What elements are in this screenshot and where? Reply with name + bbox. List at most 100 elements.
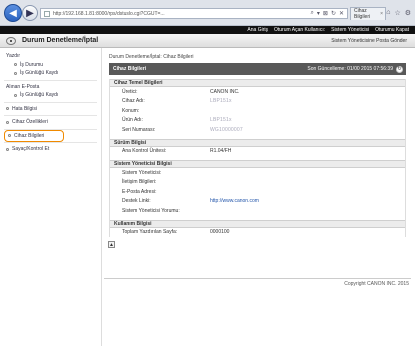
info-panel: Cihaz Temel Bilgileri Üretici: CANON INC.… xyxy=(109,79,406,237)
home-link[interactable]: Ana Giriş xyxy=(247,27,268,33)
browser-tab[interactable]: Cihaz Bilgileri × xyxy=(350,7,386,20)
row-value: R1.04/FH xyxy=(210,148,232,155)
main-content: Durum Denetleme/İptal: Cihaz Bilgileri C… xyxy=(104,48,411,346)
sidebar-item-label: Hata Bilgisi xyxy=(12,105,38,112)
sidebar-item-device-features[interactable]: Cihaz Özellikleri xyxy=(0,118,101,127)
page-header-title: Durum Denetleme/İptal xyxy=(22,37,99,44)
row-value: CANON INC. xyxy=(210,88,240,95)
last-update-text: Son Güncelleme: 01/00 2015 07:56:39 xyxy=(307,66,393,72)
search-icon[interactable]: ⌕ xyxy=(311,10,314,17)
info-row: Ürün Adı: LBP151x xyxy=(110,116,405,126)
info-row: Destek Linki: http://www.canon.com xyxy=(110,197,405,207)
info-row: Cihaz Adı: LBP151x xyxy=(110,97,405,107)
breadcrumb: Durum Denetleme/İptal: Cihaz Bilgileri xyxy=(109,54,194,60)
refresh-icon[interactable]: ↻ xyxy=(396,65,403,73)
row-label: Sistem Yöneticisi: xyxy=(122,169,162,176)
row-value: 0000100 xyxy=(210,229,230,236)
address-tools: ⌕ ▾ ⊠ ↻ ✕ xyxy=(311,10,347,17)
info-row: Sistem Yöneticisi Yorumu: xyxy=(110,206,405,216)
address-bar[interactable]: http://192.168.1.81:8000/rps/dstuslo.cgi… xyxy=(40,8,348,19)
selection-highlight xyxy=(4,129,64,142)
info-row: Toplam Yazdırılan Sayfa: 0000100 xyxy=(110,228,405,238)
mail-admin-button[interactable]: Sistem Yöneticisine Posta Gönder xyxy=(331,38,407,44)
bullet-icon xyxy=(6,147,9,151)
sidebar-section-email: Alınan E-Posta xyxy=(6,83,40,90)
row-label: Ürün Adı: xyxy=(122,117,143,124)
home-browser-icon[interactable]: ⌂ xyxy=(386,9,390,17)
sidebar-item-device-info[interactable]: Cihaz Bilgileri xyxy=(2,129,99,142)
dropdown-icon[interactable]: ▾ xyxy=(317,10,320,17)
back-button[interactable]: ◀ xyxy=(4,4,22,22)
page-icon xyxy=(44,10,50,17)
sidebar: Yazdır İş Durumu İş Günlüğü Kaydı Alınan… xyxy=(0,48,102,346)
sidebar-item-label: Cihaz Özellikleri xyxy=(12,119,48,126)
page-title: Cihaz Bilgileri xyxy=(113,66,147,72)
section-header-basic: Cihaz Temel Bilgileri xyxy=(110,79,405,87)
sidebar-item-label: İş Günlüğü Kaydı xyxy=(20,70,59,77)
support-link[interactable]: http://www.canon.com xyxy=(210,198,259,204)
last-update: Son Güncelleme: 01/00 2015 07:56:39 ↻ xyxy=(307,65,406,73)
sidebar-item-email-log[interactable]: İş Günlüğü Kaydı xyxy=(0,91,101,100)
sidebar-item-label: Sayaç/Kontrol Et xyxy=(12,146,50,153)
sidebar-item-label: İş Durumu xyxy=(20,61,44,68)
home-icon[interactable] xyxy=(6,36,16,45)
row-value: LBP151x xyxy=(210,117,232,124)
sidebar-item-job-status[interactable]: İş Durumu xyxy=(0,61,101,70)
row-label: E-Posta Adresi: xyxy=(122,188,157,195)
info-row: E-Posta Adresi: xyxy=(110,187,405,197)
logout-link[interactable]: Oturumu Kapat xyxy=(375,27,409,33)
footer-divider xyxy=(104,278,411,279)
row-label: Sistem Yöneticisi Yorumu: xyxy=(122,207,180,214)
sidebar-item-job-log[interactable]: İş Günlüğü Kaydı xyxy=(0,69,101,78)
bullet-icon xyxy=(14,71,17,75)
info-row: Üretici: CANON INC. xyxy=(110,87,405,97)
section-header-version: Sürüm Bilgisi xyxy=(110,138,405,147)
copyright: Copyright CANON INC. 2015 xyxy=(344,281,409,287)
row-label: Seri Numarası: xyxy=(122,126,156,133)
stop-icon[interactable]: ✕ xyxy=(339,10,344,17)
reload-icon[interactable]: ↻ xyxy=(331,10,336,17)
title-bar: Durum Denetleme/İptal Sistem Yöneticisin… xyxy=(0,34,415,48)
address-url[interactable]: http://192.168.1.81:8000/rps/dstuslo.cgi… xyxy=(53,11,311,17)
back-to-top-button[interactable]: ▲ xyxy=(108,241,115,248)
row-label: Üretici: xyxy=(122,88,138,95)
tab-close-icon[interactable]: × xyxy=(380,11,383,17)
bullet-icon xyxy=(6,120,9,124)
section-header-admin: Sistem Yöneticisi Bilgisi xyxy=(110,160,405,168)
tab-label: Cihaz Bilgileri xyxy=(354,8,371,20)
sidebar-item-error-info[interactable]: Hata Bilgisi xyxy=(0,105,101,114)
back-arrow-icon: ◀ xyxy=(9,7,17,19)
compat-icon[interactable]: ⊠ xyxy=(323,10,328,17)
info-row: Seri Numarası: WG10000007 xyxy=(110,125,405,135)
info-row: Sistem Yöneticisi: xyxy=(110,168,405,178)
row-label: Konum: xyxy=(122,107,140,114)
forward-arrow-icon: ▶ xyxy=(26,7,34,19)
row-label: İletişim Bilgileri: xyxy=(122,179,157,186)
browser-toolbar: ◀ ▶ http://192.168.1.81:8000/rps/dstuslo… xyxy=(0,0,415,26)
forward-button[interactable]: ▶ xyxy=(22,5,38,21)
divider xyxy=(4,79,97,81)
row-value: WG10000007 xyxy=(210,126,243,133)
bullet-icon xyxy=(6,107,9,111)
section-header-usage: Kullanım Bilgisi xyxy=(110,219,405,228)
divider xyxy=(4,115,97,116)
browser-tools: ⌂ ☆ ⚙ xyxy=(386,9,411,17)
favorites-icon[interactable]: ☆ xyxy=(394,9,400,17)
sidebar-item-counter-check[interactable]: Sayaç/Kontrol Et xyxy=(0,145,101,154)
info-row: Ana Kontrol Ünitesi: R1.04/FH xyxy=(110,147,405,157)
divider xyxy=(4,142,97,143)
page-title-bar: Cihaz Bilgileri Son Güncelleme: 01/00 20… xyxy=(109,63,406,75)
logged-in-user: Sistem Yöneticisi xyxy=(331,27,370,33)
settings-icon[interactable]: ⚙ xyxy=(405,9,411,17)
logged-in-user-label: Oturum Açan Kullanıcı: xyxy=(273,27,326,33)
info-row: İletişim Bilgileri: xyxy=(110,178,405,188)
info-row: Konum: xyxy=(110,106,405,116)
top-banner: Ana Giriş Oturum Açan Kullanıcı: Sistem … xyxy=(0,26,415,34)
bullet-icon xyxy=(14,93,17,97)
sidebar-item-label: İş Günlüğü Kaydı xyxy=(20,92,59,99)
row-label: Toplam Yazdırılan Sayfa: xyxy=(122,229,178,236)
sidebar-section-print: Yazdır xyxy=(6,53,21,60)
divider xyxy=(4,101,97,103)
row-label: Ana Kontrol Ünitesi: xyxy=(122,148,167,155)
row-label: Cihaz Adı: xyxy=(122,98,145,105)
